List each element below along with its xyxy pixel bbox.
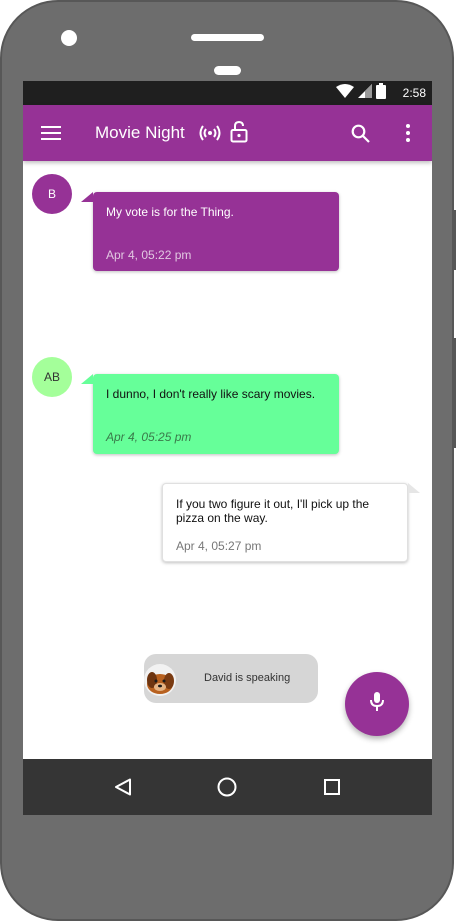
avatar-initials: AB: [43, 370, 60, 384]
power-button: [452, 338, 456, 448]
avatar-initials: B: [47, 187, 56, 201]
status-icons: [336, 82, 386, 104]
speaking-indicator: David is speaking: [144, 654, 318, 703]
message-text: My vote is for the Thing.: [106, 205, 234, 219]
battery-icon: [376, 82, 386, 104]
recents-square-icon[interactable]: [320, 776, 344, 798]
message-text: I dunno, I don't really like scary movie…: [106, 387, 316, 401]
lock-open-icon[interactable]: [228, 120, 250, 144]
message-timestamp: Apr 4, 05:22 pm: [106, 248, 192, 262]
microphone-icon: [369, 691, 385, 718]
volume-button: [452, 210, 456, 270]
phone-frame: 2:58 Movie Night B My vote is for the Th…: [0, 0, 456, 923]
system-nav-bar: [23, 759, 432, 815]
page-title: Movie Night: [95, 123, 185, 142]
home-circle-icon[interactable]: [215, 776, 239, 798]
message-text: If you two figure it out, I'll pick up t…: [176, 497, 370, 525]
front-camera: [61, 30, 77, 46]
avatar[interactable]: AB: [32, 357, 72, 397]
speaking-label: David is speaking: [204, 672, 291, 684]
broadcast-icon[interactable]: [198, 123, 222, 143]
app-bar: Movie Night: [23, 105, 432, 161]
wifi-icon: [336, 83, 354, 103]
status-time: 2:58: [402, 86, 426, 100]
proximity-sensor: [214, 66, 241, 75]
bubble-tail: [81, 374, 93, 384]
avatar[interactable]: B: [32, 174, 72, 214]
message-timestamp: Apr 4, 05:25 pm: [106, 430, 192, 444]
cell-signal-icon: [358, 83, 372, 103]
more-vert-icon[interactable]: [398, 121, 418, 145]
screen: 2:58 Movie Night B My vote is for the Th…: [23, 81, 432, 815]
bubble-tail: [408, 483, 420, 493]
menu-icon[interactable]: [37, 121, 65, 145]
search-icon[interactable]: [348, 121, 372, 145]
microphone-button[interactable]: [345, 672, 409, 736]
message-bubble[interactable]: If you two figure it out, I'll pick up t…: [162, 483, 420, 562]
back-triangle-icon[interactable]: [111, 776, 135, 798]
bubble-tail: [81, 192, 93, 202]
earpiece-speaker: [191, 34, 264, 41]
message-timestamp: Apr 4, 05:27 pm: [176, 539, 262, 553]
message-bubble[interactable]: My vote is for the Thing. Apr 4, 05:22 p…: [81, 192, 339, 271]
message-bubble[interactable]: I dunno, I don't really like scary movie…: [81, 374, 339, 454]
status-bar: 2:58: [23, 81, 432, 105]
dog-avatar-image: [144, 664, 176, 696]
